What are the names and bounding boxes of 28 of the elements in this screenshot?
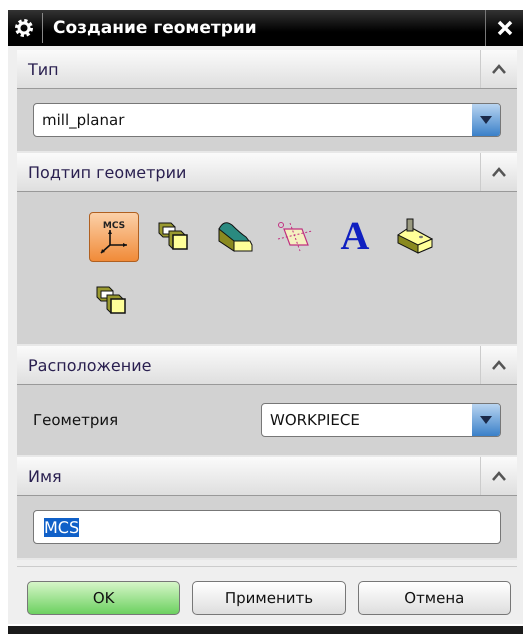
- settings-icon[interactable]: [14, 18, 34, 38]
- name-input-field[interactable]: MCS: [33, 510, 501, 544]
- text-letter-icon: A: [340, 216, 370, 256]
- section-title: Тип: [27, 60, 59, 78]
- geometry-dropdown[interactable]: WORKPIECE: [261, 403, 501, 437]
- geometry-type-button[interactable]: MCS: [89, 212, 139, 262]
- dropdown-arrow-icon: [479, 415, 493, 425]
- chevron-icon: [492, 471, 506, 481]
- dialog-button[interactable]: Применить: [192, 581, 346, 615]
- section-header[interactable]: Расположение: [17, 346, 517, 385]
- block-with-pin-icon: [396, 217, 434, 255]
- section-header[interactable]: Подтип геометрии: [17, 153, 517, 192]
- window-title: Создание геометрии: [53, 18, 258, 38]
- field-label: Геометрия: [33, 411, 118, 429]
- chevron-icon: [492, 360, 506, 370]
- dialog-button[interactable]: Отмена: [358, 581, 511, 615]
- ok-button[interactable]: OK: [27, 581, 180, 615]
- chevron-icon: [492, 64, 506, 74]
- type-dropdown[interactable]: mill_planar: [33, 103, 501, 137]
- section-header[interactable]: Тип: [17, 50, 517, 89]
- section-header[interactable]: Имя: [17, 457, 517, 496]
- section-title: Имя: [27, 466, 62, 486]
- section-title: Расположение: [27, 356, 152, 374]
- dropdown-arrow-icon: [479, 115, 493, 125]
- section-title: Подтип геометрии: [27, 162, 186, 182]
- close-icon: [496, 20, 512, 36]
- chevron-icon: [492, 167, 506, 177]
- geometry-type-button[interactable]: A: [331, 212, 379, 260]
